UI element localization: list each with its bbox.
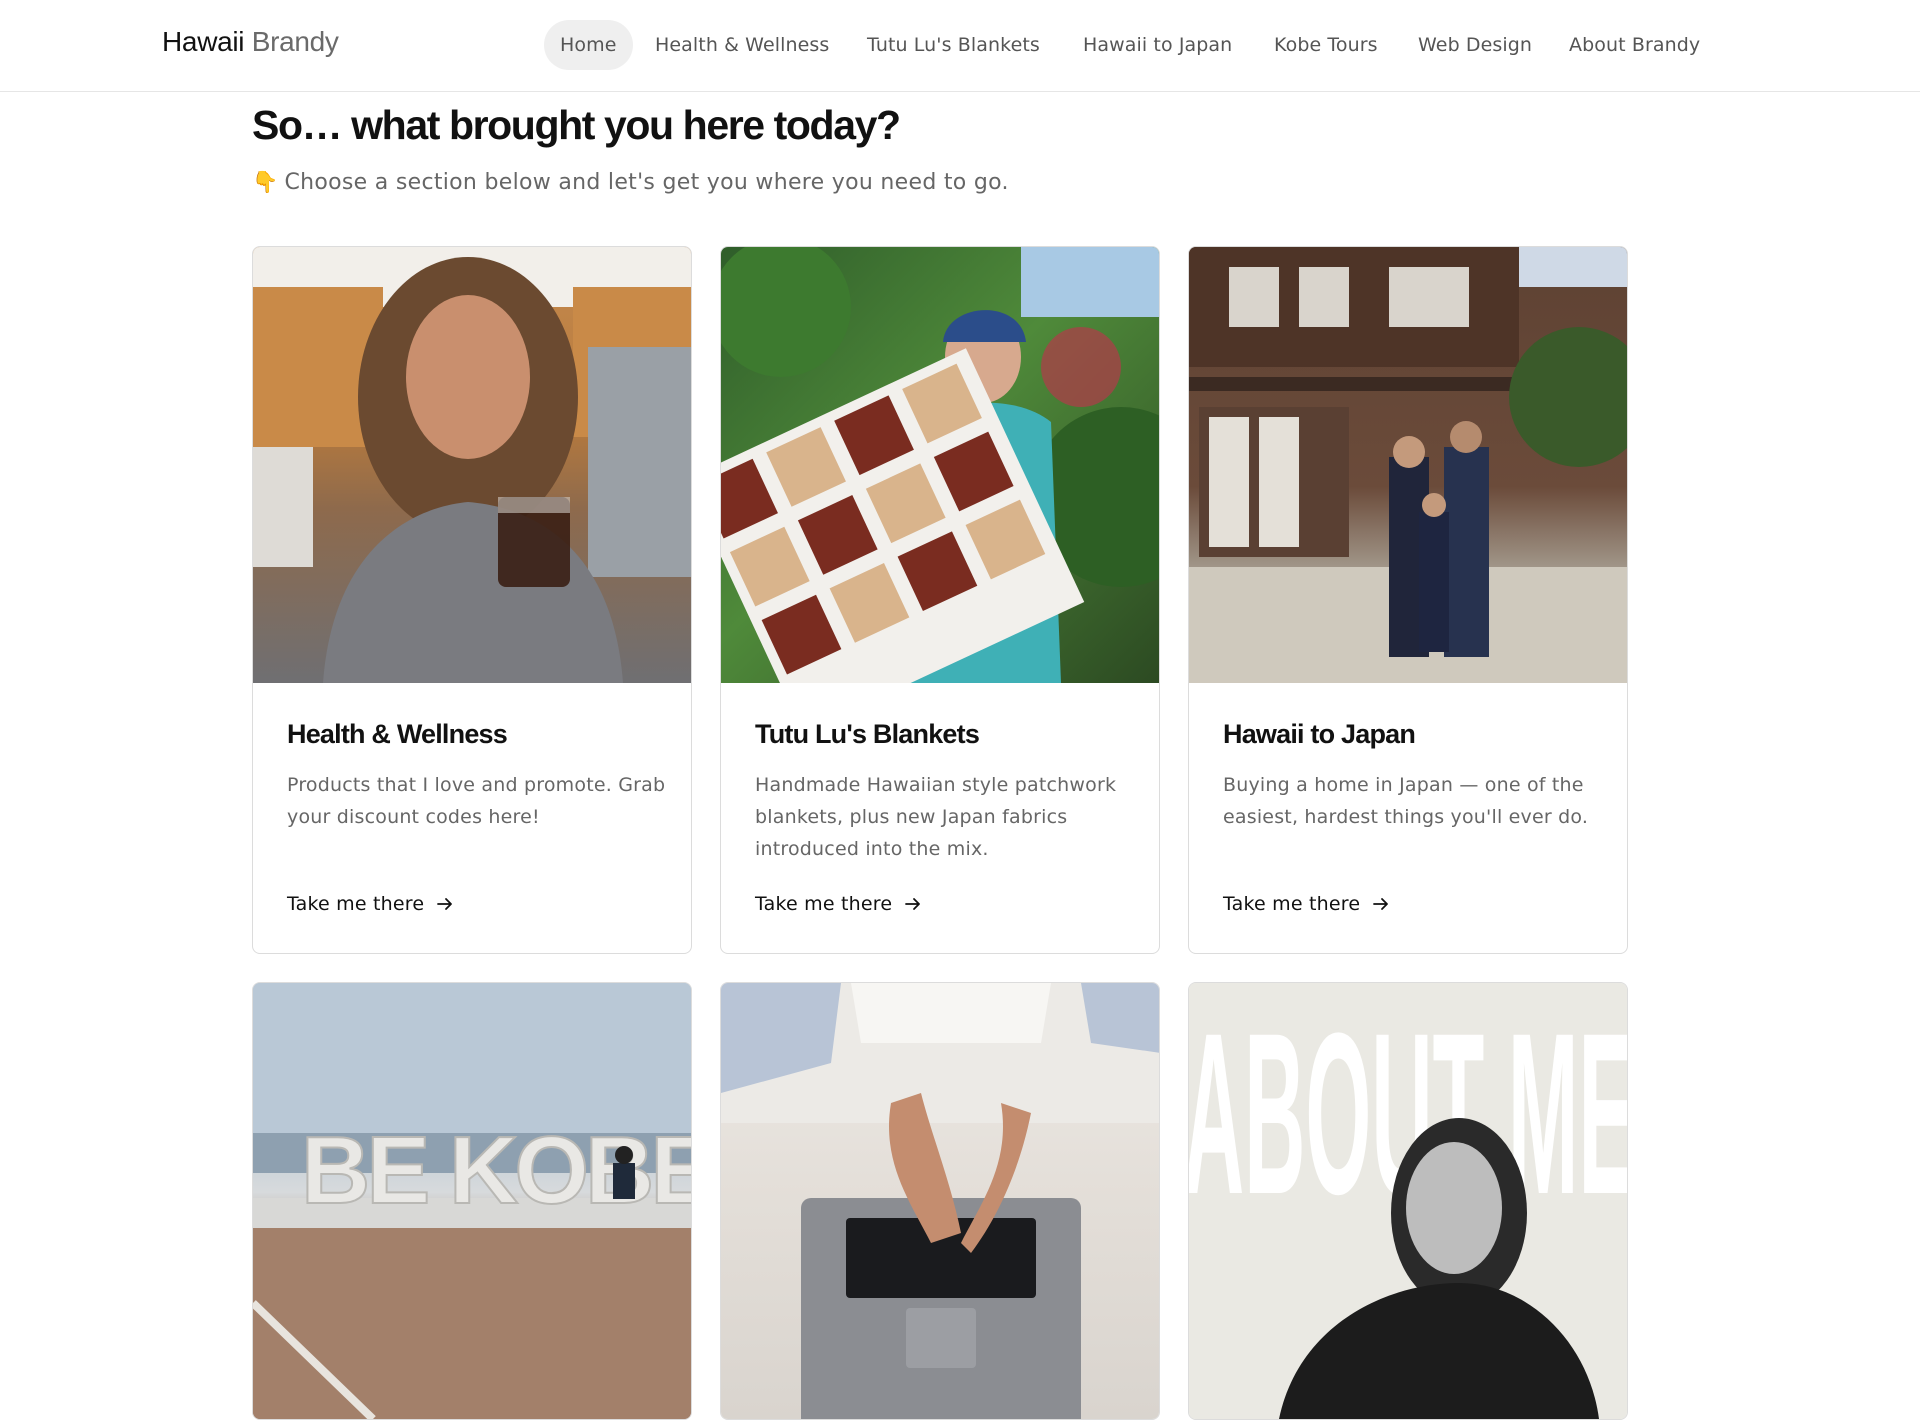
photo-family-in-front-of-japanese-house xyxy=(1189,247,1627,683)
card-title: Hawaii to Japan xyxy=(1223,719,1416,749)
arrow-right-icon xyxy=(1373,898,1389,910)
photo-about-me-portrait: ABOUT ME xyxy=(1189,983,1627,1419)
take-me-there-link[interactable]: Take me there xyxy=(1223,893,1390,915)
cta-label: Take me there xyxy=(287,893,425,915)
nav-item-health-wellness[interactable]: Health & Wellness xyxy=(655,20,829,70)
card-kobe-tours[interactable]: BE KOBE xyxy=(252,982,692,1420)
nav-item-tutu-lus-blankets[interactable]: Tutu Lu's Blankets xyxy=(867,20,1040,70)
kobe-photo-illustration: BE KOBE xyxy=(253,983,691,1419)
arrow-right-icon xyxy=(437,898,453,910)
photo-be-kobe-sign: BE KOBE xyxy=(253,983,691,1419)
nav-item-kobe-tours[interactable]: Kobe Tours xyxy=(1274,20,1378,70)
take-me-there-link[interactable]: Take me there xyxy=(287,893,454,915)
card-hawaii-to-japan[interactable]: Hawaii to Japan Buying a home in Japan —… xyxy=(1188,246,1628,954)
kitchen-photo-illustration xyxy=(253,247,691,683)
subtitle-text: Choose a section below and let's get you… xyxy=(284,170,1009,195)
nav-item-hawaii-to-japan[interactable]: Hawaii to Japan xyxy=(1083,20,1232,70)
card-description: Buying a home in Japan — one of the easi… xyxy=(1223,774,1589,828)
card-description: Handmade Hawaiian style patchwork blanke… xyxy=(755,774,1117,860)
card-body: Tutu Lu's Blankets Handmade Hawaiian sty… xyxy=(721,683,1159,953)
photo-woman-with-coffee-mug xyxy=(253,247,691,683)
nav-item-home[interactable]: Home xyxy=(544,20,633,70)
about-me-photo-illustration: ABOUT ME xyxy=(1189,983,1627,1419)
top-navigation-bar: Hawaii Brandy Home Health & Wellness Tut… xyxy=(0,0,1920,92)
card-web-design[interactable] xyxy=(720,982,1160,1420)
nav-item-about-brandy[interactable]: About Brandy xyxy=(1569,20,1700,70)
card-tutu-lus-blankets[interactable]: Tutu Lu's Blankets Handmade Hawaiian sty… xyxy=(720,246,1160,954)
card-health-wellness[interactable]: Health & Wellness Products that I love a… xyxy=(252,246,692,954)
photo-woman-holding-quilt xyxy=(721,247,1159,683)
card-description: Products that I love and promote. Grab y… xyxy=(287,774,666,828)
pointing-down-icon: 👇 xyxy=(252,170,279,194)
cta-label: Take me there xyxy=(755,893,893,915)
card-about-brandy[interactable]: ABOUT ME xyxy=(1188,982,1628,1420)
laptop-photo-illustration xyxy=(721,983,1159,1419)
photo-hands-typing-on-laptop xyxy=(721,983,1159,1419)
main-nav: Home Health & Wellness Tutu Lu's Blanket… xyxy=(0,20,1920,70)
house-photo-illustration xyxy=(1189,247,1627,683)
cta-label: Take me there xyxy=(1223,893,1361,915)
garden-photo-illustration xyxy=(721,247,1159,683)
card-title: Health & Wellness xyxy=(287,719,508,749)
page-subtitle: 👇 Choose a section below and let's get yo… xyxy=(252,170,1009,195)
take-me-there-link[interactable]: Take me there xyxy=(755,893,922,915)
card-title: Tutu Lu's Blankets xyxy=(755,719,980,749)
nav-item-web-design[interactable]: Web Design xyxy=(1418,20,1532,70)
card-body: Hawaii to Japan Buying a home in Japan —… xyxy=(1189,683,1627,953)
arrow-right-icon xyxy=(905,898,921,910)
page-title: So… what brought you here today? xyxy=(252,102,901,148)
card-body: Health & Wellness Products that I love a… xyxy=(253,683,691,953)
